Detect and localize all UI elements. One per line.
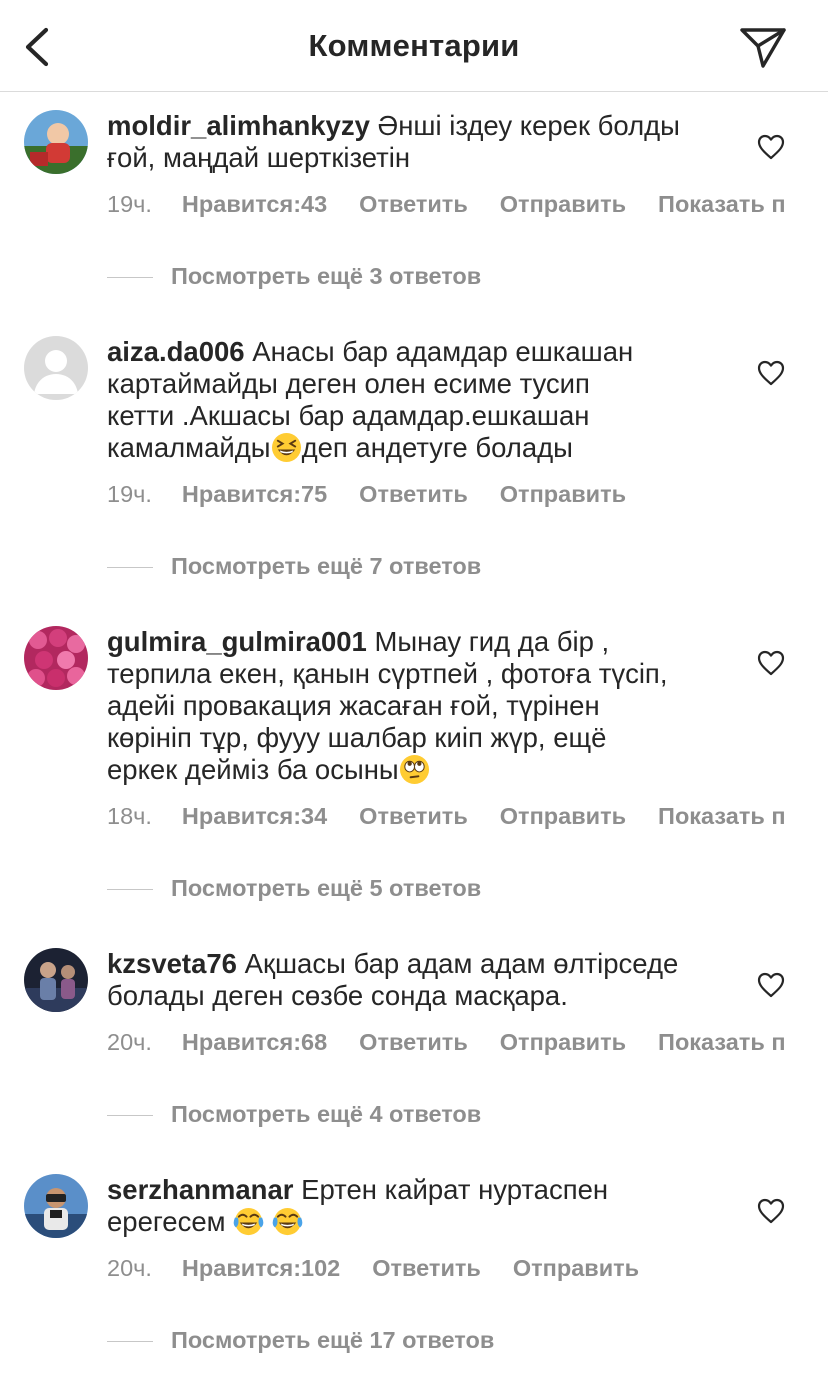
- comment-username[interactable]: aiza.da006: [107, 336, 245, 367]
- like-count[interactable]: Нравится: 34: [182, 803, 327, 830]
- comment-text: Ертен кайрат нуртаспен: [301, 1174, 609, 1205]
- comment-time: 18ч.: [107, 803, 152, 829]
- comment-username[interactable]: kzsveta76: [107, 948, 237, 979]
- reply-button[interactable]: Ответить: [359, 481, 468, 508]
- view-replies-button[interactable]: Посмотреть ещё 4 ответов: [107, 1101, 481, 1128]
- comment-text: деп андетуге болады: [301, 432, 573, 463]
- comment-username[interactable]: serzhanmanar: [107, 1174, 293, 1205]
- comment-text: болады деген сөзбе сонда масқара.: [107, 980, 568, 1011]
- comment-text: кетти .Акшасы бар адамдар.ешкашан: [107, 400, 590, 431]
- comment-text: картаймайды деген олен есиме тусип: [107, 368, 590, 399]
- show-translation-button[interactable]: Показать п: [658, 1029, 785, 1056]
- view-replies-button[interactable]: Посмотреть ещё 5 ответов: [107, 875, 481, 902]
- show-translation-button[interactable]: Показать п: [658, 803, 785, 830]
- comment-text: ерегесем: [107, 1206, 226, 1237]
- avatar[interactable]: [24, 336, 88, 400]
- comment-username[interactable]: gulmira_gulmira001: [107, 626, 367, 657]
- comment-text: көрініп тұр, фууу шалбар киіп жүр, ещё: [107, 722, 607, 753]
- avatar[interactable]: [24, 948, 88, 1012]
- heart-outline-icon[interactable]: [757, 1198, 785, 1224]
- avatar[interactable]: [24, 110, 88, 174]
- page-title: Комментарии: [308, 28, 520, 63]
- show-translation-button[interactable]: Показать п: [658, 191, 785, 218]
- like-count[interactable]: Нравится: 43: [182, 191, 327, 218]
- comment-text: еркек дейміз ба осыны: [107, 754, 399, 785]
- comment-text: Ақшасы бар адам адам өлтірседе: [244, 948, 679, 979]
- view-replies-button[interactable]: Посмотреть ещё 3 ответов: [107, 263, 481, 290]
- reply-button[interactable]: Ответить: [359, 803, 468, 830]
- face-with-rolling-eyes-emoji: [399, 754, 429, 785]
- comment-text: терпила екен, қанын сүртпей , фотоға түс…: [107, 658, 668, 689]
- like-count[interactable]: Нравится: 75: [182, 481, 327, 508]
- send-button[interactable]: Отправить: [500, 191, 626, 218]
- avatar[interactable]: [24, 1174, 88, 1238]
- comment-text: адейі провакация жасаған ғой, түрінен: [107, 690, 600, 721]
- top-bar: Комментарии: [0, 0, 828, 92]
- divider-line: [107, 1341, 153, 1343]
- comment-text: камалмайды: [107, 432, 271, 463]
- comment-time: 20ч.: [107, 1255, 152, 1281]
- send-button[interactable]: Отправить: [500, 1029, 626, 1056]
- send-button[interactable]: Отправить: [513, 1255, 639, 1282]
- divider-line: [107, 889, 153, 891]
- face-with-tears-of-joy-emoji: [233, 1207, 264, 1236]
- view-replies-button[interactable]: Посмотреть ещё 7 ответов: [107, 553, 481, 580]
- reply-button[interactable]: Ответить: [359, 1029, 468, 1056]
- divider-line: [107, 567, 153, 569]
- grinning-squinting-face-emoji: [271, 432, 301, 463]
- reply-button[interactable]: Ответить: [372, 1255, 481, 1282]
- divider-line: [107, 277, 153, 279]
- view-replies-button[interactable]: Посмотреть ещё 17 ответов: [107, 1327, 494, 1354]
- reply-button[interactable]: Ответить: [359, 191, 468, 218]
- comment-time: 20ч.: [107, 1029, 152, 1055]
- heart-outline-icon[interactable]: [757, 360, 785, 386]
- paper-plane-icon[interactable]: [738, 24, 788, 70]
- heart-outline-icon[interactable]: [757, 972, 785, 998]
- divider-line: [107, 1115, 153, 1117]
- avatar[interactable]: [24, 626, 88, 690]
- comment-username[interactable]: moldir_alimhankyzy: [107, 110, 370, 141]
- comment-time: 19ч.: [107, 481, 152, 507]
- comment-text: Анасы бар адамдар ешкашан: [252, 336, 634, 367]
- comment-text: Мынау гид да бір ,: [374, 626, 610, 657]
- face-with-tears-of-joy-emoji: [272, 1207, 303, 1236]
- heart-outline-icon[interactable]: [757, 650, 785, 676]
- comment-time: 19ч.: [107, 191, 152, 217]
- like-count[interactable]: Нравится: 68: [182, 1029, 327, 1056]
- send-button[interactable]: Отправить: [500, 481, 626, 508]
- comment-text: Әнші іздеу керек болды: [377, 110, 680, 141]
- comment-text: ғой, маңдай шерткізетін: [107, 142, 411, 173]
- send-button[interactable]: Отправить: [500, 803, 626, 830]
- like-count[interactable]: Нравится: 102: [182, 1255, 340, 1282]
- heart-outline-icon[interactable]: [757, 134, 785, 160]
